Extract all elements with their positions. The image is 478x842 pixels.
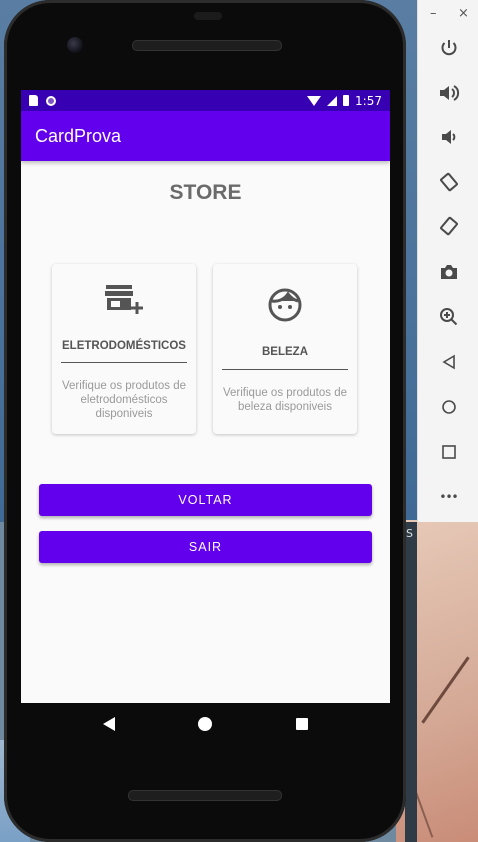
card-description: Verifique os produtos de beleza disponiv… — [222, 387, 348, 413]
notification-icon — [46, 95, 56, 106]
rotate-left-icon[interactable] — [418, 167, 478, 197]
emulator-side-panel: – × ••• — [417, 0, 478, 522]
home-icon[interactable] — [418, 392, 478, 422]
battery-icon — [343, 95, 350, 106]
wifi-icon — [307, 95, 322, 106]
card-eletrodomesticos[interactable]: ELETRODOMÉSTICOS Verifique os produtos d… — [52, 264, 196, 434]
card-divider — [222, 369, 348, 370]
android-nav-bar — [21, 703, 390, 745]
nav-recents-icon[interactable] — [296, 718, 309, 730]
signal-icon — [327, 95, 338, 106]
sim-card-icon — [29, 95, 38, 106]
card-title: BELEZA — [262, 346, 308, 358]
top-speaker — [132, 40, 282, 51]
more-icon[interactable]: ••• — [418, 482, 478, 512]
rotate-right-icon[interactable] — [418, 211, 478, 241]
card-divider — [61, 362, 187, 363]
nav-home-icon[interactable] — [198, 717, 213, 731]
minimize-button[interactable]: – — [430, 6, 437, 21]
power-icon[interactable] — [418, 33, 478, 63]
app-title: CardProva — [35, 125, 122, 146]
face-icon — [268, 288, 302, 326]
nav-back-icon[interactable] — [102, 717, 115, 731]
camera-icon[interactable] — [418, 257, 478, 287]
card-beleza[interactable]: BELEZA Verifique os produtos de beleza d… — [213, 264, 357, 434]
page-title: STORE — [169, 181, 242, 204]
close-button[interactable]: × — [458, 6, 469, 21]
store-add-icon — [105, 282, 143, 320]
volume-up-icon[interactable] — [418, 78, 478, 108]
status-bar: 1:57 — [21, 90, 390, 111]
top-sensor — [194, 12, 222, 20]
bottom-speaker — [128, 790, 282, 801]
front-camera — [67, 37, 83, 53]
window-gap — [405, 522, 417, 842]
card-description: Verifique os produtos de eletrodoméstico… — [61, 380, 187, 420]
window-edge-label: S — [406, 527, 413, 540]
voltar-button[interactable]: VOLTAR — [39, 484, 372, 516]
volume-down-icon[interactable] — [418, 122, 478, 152]
card-title: ELETRODOMÉSTICOS — [62, 340, 186, 352]
status-clock: 1:57 — [355, 93, 382, 108]
app-bar: CardProva — [21, 111, 390, 161]
back-icon[interactable] — [418, 347, 478, 377]
zoom-icon[interactable] — [418, 302, 478, 332]
overview-icon[interactable] — [418, 437, 478, 467]
sair-button[interactable]: SAIR — [39, 531, 372, 563]
phone-screen: 1:57 CardProva STORE ELETRODOMÉSTICOS Ve… — [21, 90, 390, 703]
